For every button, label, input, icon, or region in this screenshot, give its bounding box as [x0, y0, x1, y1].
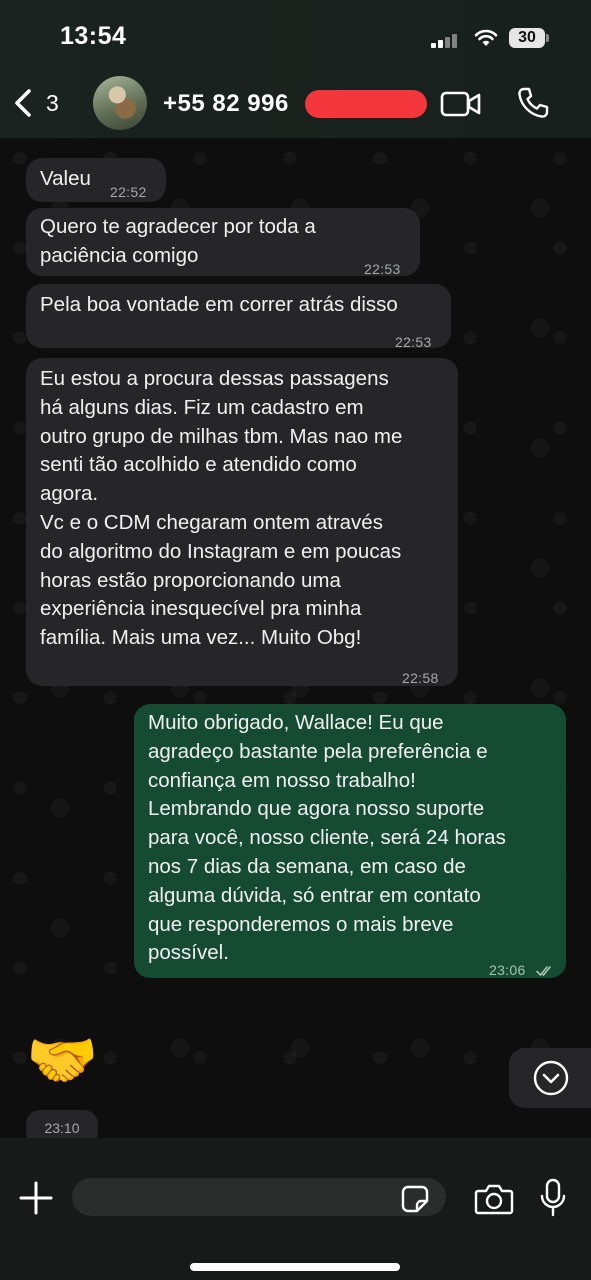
- chat-header: 13:54 30 3 +55 82 996: [0, 0, 591, 138]
- message-time: 22:53: [395, 334, 432, 350]
- message-list[interactable]: Valeu 22:52 Quero te agradecer por toda …: [0, 138, 591, 1180]
- camera-icon[interactable]: [474, 1182, 514, 1216]
- scroll-to-bottom-button[interactable]: [509, 1048, 591, 1108]
- message-bubble[interactable]: Quero te agradecer por toda a paciência …: [26, 208, 420, 277]
- message-text: Eu estou a procura dessas passagens há a…: [40, 367, 403, 650]
- back-chevron-icon: [15, 89, 31, 117]
- wifi-icon: [474, 29, 498, 46]
- plus-icon[interactable]: [18, 1180, 54, 1216]
- battery-cap: [546, 34, 549, 42]
- microphone-icon[interactable]: [540, 1178, 566, 1218]
- chevron-down-icon: [533, 1060, 569, 1096]
- message-time: 22:53: [364, 261, 401, 277]
- message-text: Muito obrigado, Wallace! Eu que agradeço…: [148, 711, 506, 965]
- phone-call-icon[interactable]: [516, 86, 550, 120]
- message-bubble[interactable]: Valeu 22:52: [26, 158, 166, 202]
- message-text: Quero te agradecer por toda a paciência …: [40, 215, 316, 267]
- message-text: Pela boa vontade em correr atrás disso: [40, 293, 398, 316]
- message-bubble-outgoing[interactable]: Muito obrigado, Wallace! Eu que agradeço…: [134, 704, 566, 978]
- message-bubble[interactable]: Eu estou a procura dessas passagens há a…: [26, 358, 458, 686]
- contact-avatar[interactable]: [93, 76, 147, 130]
- header-content: 3 +55 82 996: [0, 70, 591, 138]
- message-input[interactable]: [72, 1178, 446, 1216]
- redaction-mark: [305, 90, 427, 118]
- handshake-emoji: 🤝: [26, 1028, 99, 1093]
- cellular-signal-icon: [431, 32, 461, 48]
- unread-count: 3: [46, 89, 59, 116]
- message-time: 22:58: [402, 670, 439, 686]
- status-bar: 13:54 30: [0, 0, 591, 80]
- contact-name[interactable]: +55 82 996: [163, 90, 289, 118]
- message-time: 23:06: [489, 956, 554, 985]
- video-call-icon[interactable]: [440, 90, 482, 118]
- status-time: 13:54: [60, 22, 127, 50]
- battery-indicator: 30: [509, 28, 545, 48]
- read-receipt-icon: [535, 966, 551, 977]
- back-button[interactable]: 3: [12, 88, 59, 118]
- sticker-icon[interactable]: [400, 1184, 430, 1214]
- message-text: Valeu: [40, 167, 91, 190]
- home-indicator: [190, 1263, 400, 1271]
- message-bubble[interactable]: Pela boa vontade em correr atrás disso 2…: [26, 284, 451, 350]
- handshake-emoji-message[interactable]: 🤝: [26, 1026, 122, 1096]
- message-time-label: 23:06: [489, 962, 526, 978]
- composer-bar: [0, 1138, 591, 1280]
- message-time: 22:52: [110, 184, 147, 200]
